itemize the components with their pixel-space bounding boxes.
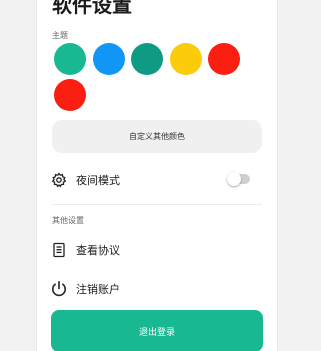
other-settings-section-label: 其他设置 bbox=[52, 216, 84, 225]
delete-account-row[interactable]: 注销账户 bbox=[50, 278, 264, 300]
theme-section-label: 主题 bbox=[52, 31, 68, 40]
night-mode-row[interactable]: 夜间模式 bbox=[50, 169, 264, 191]
theme-swatch-yellow[interactable] bbox=[170, 43, 202, 75]
night-mode-label: 夜间模式 bbox=[76, 174, 120, 187]
theme-swatch-red[interactable] bbox=[208, 43, 240, 75]
theme-swatch-blue[interactable] bbox=[93, 43, 125, 75]
night-mode-toggle[interactable] bbox=[227, 172, 250, 186]
settings-screen: 软件设置 主题 自定义其他颜色 夜间模式 其他设置 查看协议 注销账户 退出登录 bbox=[0, 0, 321, 351]
delete-account-label: 注销账户 bbox=[76, 283, 120, 296]
gear-icon bbox=[50, 171, 68, 189]
custom-color-button[interactable]: 自定义其他颜色 bbox=[52, 120, 262, 153]
view-agreement-row[interactable]: 查看协议 bbox=[50, 239, 264, 261]
power-icon bbox=[50, 280, 68, 298]
theme-swatch-red-2[interactable] bbox=[54, 79, 86, 111]
toggle-knob bbox=[227, 172, 241, 186]
logout-button[interactable]: 退出登录 bbox=[51, 310, 263, 351]
document-icon bbox=[50, 241, 68, 259]
divider bbox=[52, 204, 262, 205]
theme-swatch-teal[interactable] bbox=[54, 43, 86, 75]
view-agreement-label: 查看协议 bbox=[76, 244, 120, 257]
page-title: 软件设置 bbox=[52, 0, 132, 17]
theme-swatch-dark-teal[interactable] bbox=[131, 43, 163, 75]
